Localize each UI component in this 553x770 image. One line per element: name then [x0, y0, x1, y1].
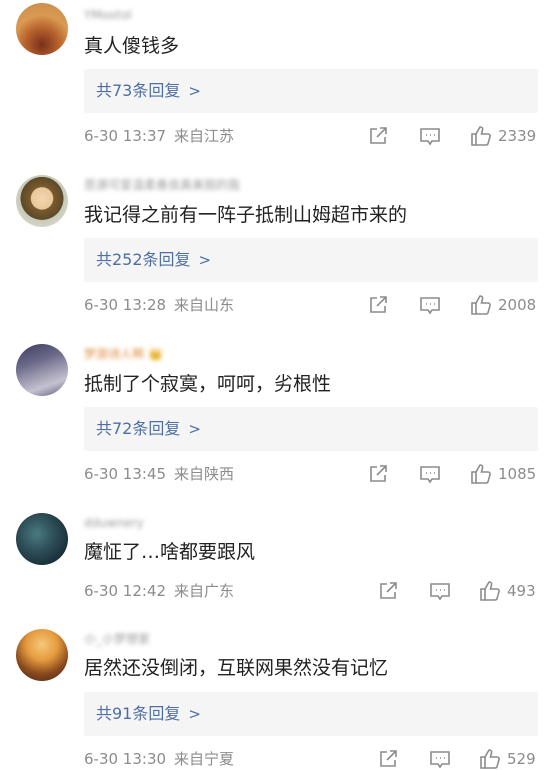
- replies-label: 共72条回复: [96, 419, 181, 438]
- comment-meta: 6-30 13:28 来自山东: [84, 295, 234, 315]
- comment-button[interactable]: [428, 748, 452, 770]
- comment-text: 魔怔了…啥都要跟风: [84, 541, 256, 563]
- thumbs-up-icon: [471, 126, 491, 146]
- comment-location: 来自陕西: [174, 465, 235, 483]
- like-button[interactable]: 529: [479, 748, 536, 770]
- replies-button[interactable]: 共252条回复 >: [84, 238, 538, 282]
- avatar[interactable]: [16, 344, 68, 396]
- comment-icon: [420, 297, 440, 315]
- share-button[interactable]: [367, 125, 389, 147]
- comment-meta: 6-30 12:42 来自广东: [84, 581, 234, 601]
- username[interactable]: 梦游诗人啊 👑: [84, 347, 163, 361]
- comment-icon: [420, 128, 440, 146]
- replies-label: 共73条回复: [96, 81, 181, 100]
- comment-icon: [420, 466, 440, 484]
- comment-date: 6-30 13:30: [84, 750, 167, 768]
- share-icon: [370, 127, 387, 144]
- share-button[interactable]: [377, 580, 399, 602]
- replies-label: 共91条回复: [96, 704, 181, 723]
- comment-button[interactable]: [428, 580, 452, 602]
- comment-location: 来自江苏: [174, 127, 235, 145]
- share-icon: [380, 750, 397, 767]
- username[interactable]: dduwnery: [84, 516, 144, 530]
- like-count: 529: [507, 750, 536, 768]
- chevron-right-icon: >: [188, 705, 201, 723]
- replies-button[interactable]: 共73条回复 >: [84, 69, 538, 113]
- replies-label: 共252条回复: [96, 250, 191, 269]
- username-text: 梦游诗人啊: [84, 347, 145, 361]
- crown-icon: 👑: [148, 347, 163, 361]
- comment-date: 6-30 13:37: [84, 127, 167, 145]
- username[interactable]: YMootol: [84, 8, 132, 22]
- share-icon: [380, 582, 397, 599]
- comment-icon: [430, 583, 450, 601]
- comment-text: 抵制了个寂寞，呵呵，劣根性: [84, 373, 332, 395]
- avatar[interactable]: [16, 629, 68, 681]
- comment-location: 来自山东: [174, 296, 235, 314]
- share-button[interactable]: [377, 748, 399, 770]
- like-count: 2339: [498, 127, 537, 145]
- comment-icon: [430, 751, 450, 769]
- thumbs-up-icon: [480, 581, 500, 601]
- comment-location: 来自宁夏: [174, 750, 235, 768]
- comment-date: 6-30 13:45: [84, 465, 167, 483]
- thumbs-up-icon: [471, 295, 491, 315]
- like-count: 493: [507, 582, 536, 600]
- share-icon: [370, 465, 387, 482]
- username[interactable]: 小_小梦想家: [84, 632, 150, 646]
- chevron-right-icon: >: [188, 82, 201, 100]
- comment-button[interactable]: [418, 294, 442, 316]
- comment-meta: 6-30 13:37 来自江苏: [84, 126, 234, 146]
- avatar[interactable]: [16, 175, 68, 227]
- comment-location: 来自广东: [174, 582, 235, 600]
- like-button[interactable]: 2008: [470, 294, 536, 316]
- chevron-right-icon: >: [198, 251, 212, 269]
- share-button[interactable]: [367, 463, 389, 485]
- comment-date: 6-30 12:42: [84, 582, 167, 600]
- share-icon: [370, 296, 387, 313]
- thumbs-up-icon: [480, 749, 500, 769]
- replies-button[interactable]: 共72条回复 >: [84, 407, 538, 451]
- chevron-right-icon: >: [188, 420, 201, 438]
- comment-text: 真人傻钱多: [84, 35, 180, 57]
- comment-meta: 6-30 13:30 来自宁夏: [84, 749, 234, 769]
- comment-button[interactable]: [418, 463, 442, 485]
- comment-meta: 6-30 13:45 来自陕西: [84, 464, 234, 484]
- avatar[interactable]: [16, 513, 68, 565]
- like-count: 1085: [498, 465, 537, 483]
- comment-text: 我记得之前有一阵子抵制山姆超市来的: [84, 204, 408, 226]
- replies-button[interactable]: 共91条回复 >: [84, 692, 538, 736]
- like-button[interactable]: 493: [479, 580, 536, 602]
- username[interactable]: 思源可爱温柔善良真美丽的我: [84, 178, 240, 192]
- avatar[interactable]: [16, 3, 68, 55]
- comment-date: 6-30 13:28: [84, 296, 167, 314]
- comment-button[interactable]: [418, 125, 442, 147]
- comment-text: 居然还没倒闭，互联网果然没有记忆: [84, 657, 389, 679]
- share-button[interactable]: [367, 294, 389, 316]
- like-button[interactable]: 2339: [470, 125, 536, 147]
- like-button[interactable]: 1085: [470, 463, 536, 485]
- thumbs-up-icon: [471, 464, 491, 484]
- like-count: 2008: [498, 296, 537, 314]
